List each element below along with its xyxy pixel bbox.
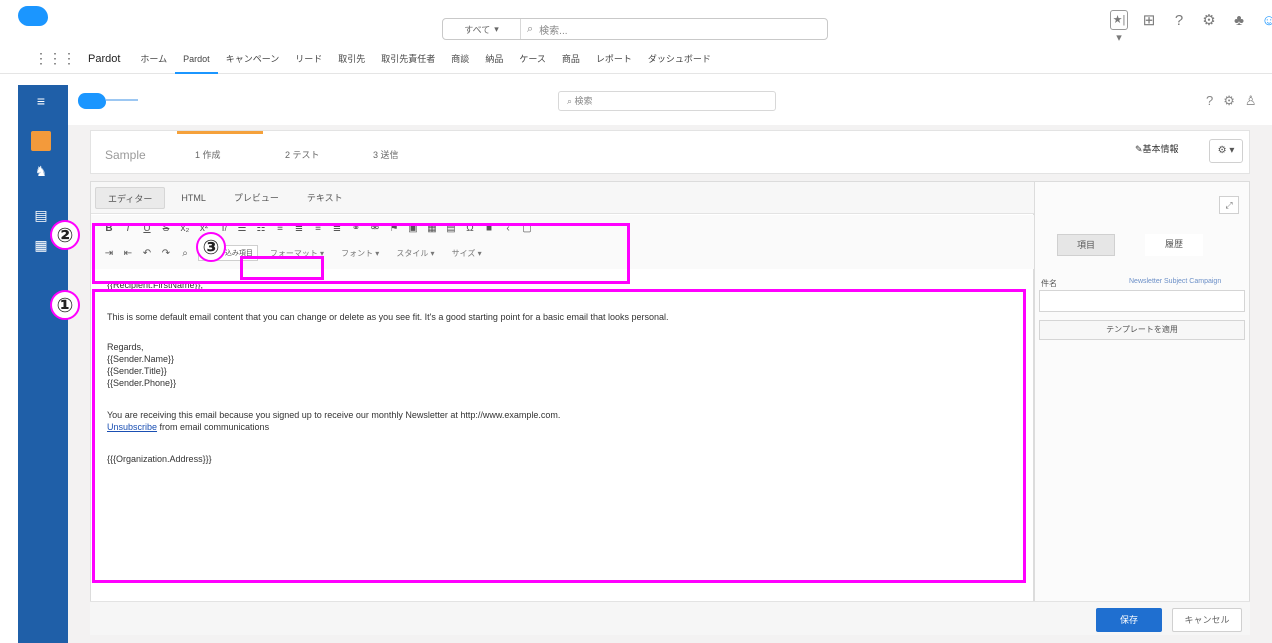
- prospects-icon[interactable]: ♞: [32, 163, 50, 179]
- subject-value-link[interactable]: Newsletter Subject Campaign: [1129, 278, 1221, 285]
- chevron-down-icon: ▾: [494, 23, 499, 34]
- app-nav-bar: ⋮⋮⋮ Pardot ホーム Pardot キャンペーン リード 取引先 取引先…: [0, 44, 1272, 74]
- content-icon[interactable]: ▤: [32, 207, 50, 223]
- bell-icon[interactable]: ♣: [1230, 12, 1248, 29]
- tab-build[interactable]: 1 作成: [195, 148, 221, 161]
- add-icon[interactable]: ⊞: [1140, 11, 1158, 29]
- global-header: すべて ▾ ⌕ 検索... ★|▾ ⊞ ? ⚙ ♣ ☺: [0, 0, 1272, 44]
- help-icon[interactable]: ?: [1170, 12, 1188, 29]
- favorites-icon[interactable]: ★|▾: [1110, 10, 1128, 44]
- nav-item-products[interactable]: 商品: [554, 44, 588, 74]
- nav-item-pardot[interactable]: Pardot: [175, 44, 218, 74]
- template-header-card: Sample 1 作成 2 テスト 3 送信 ✎基本情報 ⚙ ▾: [90, 130, 1250, 174]
- pardot-header: ⌕ 検索 ? ⚙ ♙: [68, 85, 1272, 125]
- tab-text-label: テキスト: [306, 192, 343, 203]
- nav-item-dashboards[interactable]: ダッシュボード: [640, 44, 719, 74]
- tab-test[interactable]: 2 テスト: [285, 148, 320, 161]
- salesforce-logo[interactable]: [18, 6, 48, 26]
- active-tab-indicator: [177, 131, 263, 134]
- nav-item-home[interactable]: ホーム: [132, 44, 175, 74]
- nav-item-contacts[interactable]: 取引先責任者: [373, 44, 443, 74]
- logo-underline: [106, 99, 138, 101]
- settings-dropdown[interactable]: ⚙ ▾: [1209, 139, 1243, 163]
- save-button[interactable]: 保存: [1096, 608, 1162, 632]
- menu-icon[interactable]: ≡: [32, 93, 50, 109]
- nav-item-leads[interactable]: リード: [287, 44, 330, 74]
- side-panel: ⤢ 項目 履歴 件名 Newsletter Subject Campaign テ…: [1034, 181, 1250, 621]
- annotation-number-2: ②: [50, 220, 80, 250]
- pardot-logo[interactable]: [78, 93, 106, 109]
- tab-html-label: HTML: [181, 192, 206, 203]
- nav-item-cases[interactable]: ケース: [511, 44, 554, 74]
- expand-icon[interactable]: ⤢: [1219, 196, 1239, 214]
- gear-icon[interactable]: ⚙: [1200, 11, 1218, 29]
- cancel-button[interactable]: キャンセル: [1172, 608, 1242, 632]
- tab-text[interactable]: テキスト: [295, 187, 355, 209]
- side-tab-history[interactable]: 履歴: [1145, 234, 1203, 256]
- global-search[interactable]: すべて ▾ ⌕ 検索...: [442, 18, 828, 40]
- header-utility-icons: ★|▾ ⊞ ? ⚙ ♣ ☺: [1110, 10, 1272, 44]
- apply-template-button[interactable]: テンプレートを適用: [1039, 320, 1245, 340]
- nav-item-reports[interactable]: レポート: [588, 44, 640, 74]
- tab-editor[interactable]: エディター: [95, 186, 166, 209]
- app-name: Pardot: [88, 52, 121, 65]
- help-icon[interactable]: ?: [1206, 93, 1213, 109]
- annotation-box-1: [92, 289, 1026, 583]
- annotation-box-3: [240, 256, 324, 280]
- avatar-icon[interactable]: ☺: [1260, 12, 1272, 29]
- search-input[interactable]: 検索...: [539, 22, 567, 37]
- nav-item-accounts[interactable]: 取引先: [330, 44, 373, 74]
- tab-preview[interactable]: プレビュー: [222, 187, 291, 209]
- basic-info-label: 基本情報: [1142, 144, 1179, 154]
- nav-item-deliveries[interactable]: 納品: [477, 44, 511, 74]
- tab-editor-label: エディター: [108, 193, 153, 204]
- reports-icon[interactable]: ▦: [32, 237, 50, 253]
- annotation-number-3: ③: [196, 232, 226, 262]
- tab-preview-label: プレビュー: [233, 192, 279, 203]
- pencil-icon: ✎: [1135, 144, 1143, 154]
- pardot-search-placeholder: 検索: [574, 96, 593, 106]
- marketing-icon[interactable]: [31, 131, 51, 151]
- nav-item-campaigns[interactable]: キャンペーン: [218, 44, 288, 74]
- tab-html[interactable]: HTML: [169, 187, 218, 209]
- pardot-header-icons: ? ⚙ ♙: [1206, 93, 1257, 109]
- annotation-number-1: ①: [50, 290, 80, 320]
- basic-info-button[interactable]: ✎基本情報: [1135, 142, 1179, 155]
- editor-tabs: エディター HTML プレビュー テキスト: [91, 182, 1035, 214]
- search-icon: ⌕: [567, 96, 575, 106]
- search-icon: ⌕: [527, 22, 534, 35]
- tab-send[interactable]: 3 送信: [373, 148, 399, 161]
- side-tab-fields[interactable]: 項目: [1057, 234, 1115, 256]
- search-scope-label: すべて: [464, 24, 491, 35]
- footer-bar: 保存 キャンセル: [90, 601, 1250, 635]
- search-scope-dropdown[interactable]: すべて ▾: [443, 19, 521, 39]
- template-name: Sample: [105, 148, 146, 162]
- subject-label: 件名: [1041, 279, 1057, 288]
- user-icon[interactable]: ♙: [1245, 93, 1257, 109]
- gear-icon[interactable]: ⚙: [1223, 93, 1235, 109]
- annotation-box-2: [92, 223, 630, 284]
- app-launcher-icon[interactable]: ⋮⋮⋮: [34, 50, 76, 67]
- nav-item-opportunities[interactable]: 商談: [443, 44, 477, 74]
- pardot-left-rail: ≡ ♞ ▤ ▦: [18, 85, 68, 643]
- subject-input[interactable]: [1039, 290, 1245, 312]
- pardot-search-input[interactable]: ⌕ 検索: [558, 91, 776, 111]
